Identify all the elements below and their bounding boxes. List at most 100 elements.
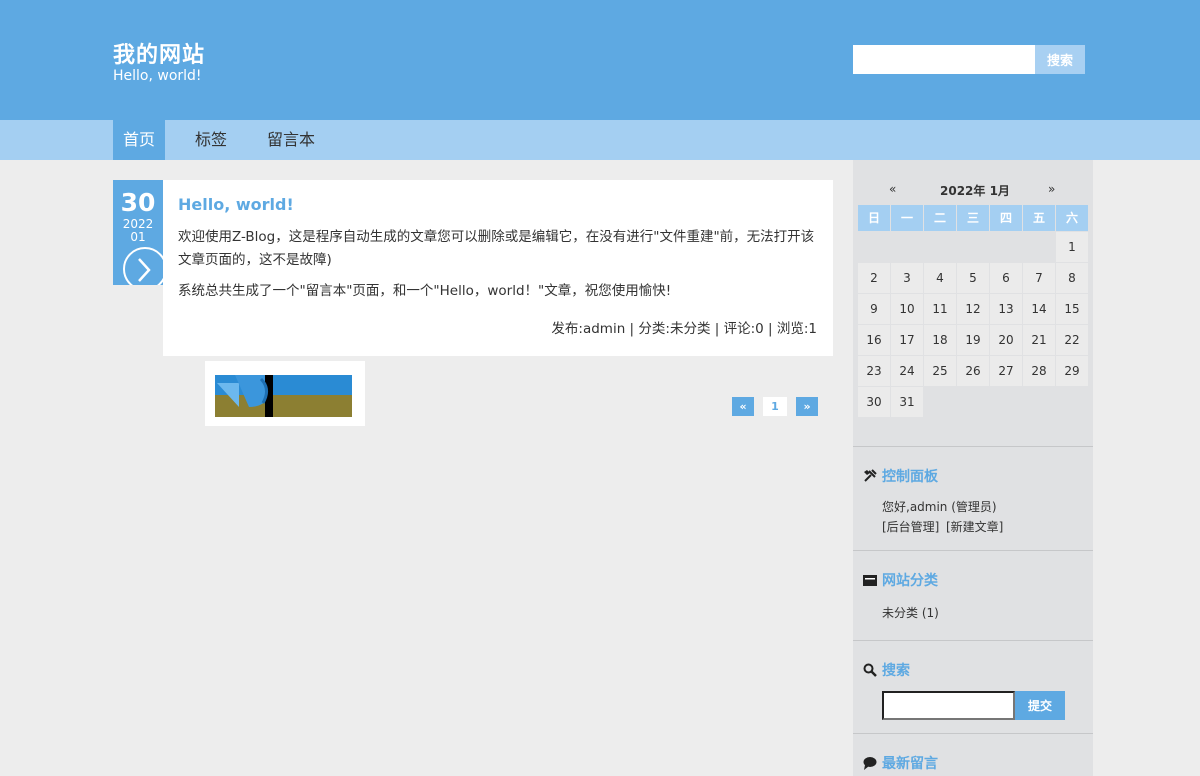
header-search-button[interactable]: 搜索 (1035, 45, 1085, 74)
zblog-logo-image (205, 361, 365, 426)
calendar-weekday: 四 (990, 205, 1023, 232)
calendar-empty-cell (924, 387, 957, 418)
divider (853, 733, 1093, 734)
divider (853, 550, 1093, 551)
calendar-week-row: 1 (858, 232, 1089, 263)
calendar-day[interactable]: 23 (858, 356, 891, 387)
nav-item-home[interactable]: 首页 (113, 120, 165, 160)
header-search-input[interactable] (853, 45, 1035, 74)
calendar-next-button[interactable]: » (1048, 182, 1055, 196)
calendar-day[interactable]: 19 (957, 325, 990, 356)
main-nav: 首页 标签 留言本 (0, 120, 1200, 160)
calendar-day[interactable]: 9 (858, 294, 891, 325)
calendar-empty-cell (891, 232, 924, 263)
post-paragraph: 系统总共生成了一个"留言本"页面，和一个"Hello，world！"文章，祝您使… (178, 283, 672, 299)
calendar-weekday: 六 (1056, 205, 1089, 232)
new-post-link[interactable]: [新建文章] (946, 517, 1003, 537)
calendar-title: 2022年 1月 (940, 184, 1010, 198)
calendar-day[interactable]: 30 (858, 387, 891, 418)
side-search-title: 搜索 (863, 660, 910, 680)
calendar-day[interactable]: 1 (1056, 232, 1089, 263)
side-search-title-text: 搜索 (882, 663, 910, 679)
calendar-day[interactable]: 11 (924, 294, 957, 325)
calendar-day[interactable]: 3 (891, 263, 924, 294)
post-date-box: 30 2022 01 (113, 180, 163, 285)
post-paragraph: 欢迎使用Z-Blog，这是程序自动生成的文章您可以删除或是编辑它，在没有进行"文… (178, 229, 815, 268)
calendar-day[interactable]: 31 (891, 387, 924, 418)
sidebar: « 2022年 1月 » 日 一 二 三 四 五 六 1 2 3 4 5 6 7 8 9 10 11… (853, 160, 1093, 776)
post-date-day: 30 (120, 188, 156, 217)
calendar-body: 1 2 3 4 5 6 7 8 9 10 11 12 13 14 15 16 17 18 19 20 21 22 23 24 2… (858, 232, 1089, 418)
calendar-weekday: 五 (1023, 205, 1056, 232)
calendar-empty-cell (957, 232, 990, 263)
calendar-day[interactable]: 26 (957, 356, 990, 387)
side-search-input[interactable] (882, 691, 1015, 720)
latest-comments-title-text: 最新留言 (882, 756, 938, 772)
calendar-day[interactable]: 20 (990, 325, 1023, 356)
search-icon (863, 663, 877, 677)
calendar-week-row: 23 24 25 26 27 28 29 (858, 356, 1089, 387)
pager-current-page[interactable]: 1 (763, 397, 787, 416)
pager-prev-button[interactable]: « (732, 397, 754, 416)
calendar-weekday: 三 (957, 205, 990, 232)
calendar-day[interactable]: 14 (1023, 294, 1056, 325)
folder-icon (863, 573, 877, 587)
admin-link[interactable]: [后台管理] (882, 517, 939, 537)
calendar-day[interactable]: 5 (957, 263, 990, 294)
calendar-day[interactable]: 8 (1056, 263, 1089, 294)
calendar-day[interactable]: 21 (1023, 325, 1056, 356)
category-item[interactable]: 未分类 (1) (882, 603, 939, 623)
calendar-day[interactable]: 29 (1056, 356, 1089, 387)
calendar-day[interactable]: 22 (1056, 325, 1089, 356)
calendar-empty-cell (957, 387, 990, 418)
calendar-day[interactable]: 4 (924, 263, 957, 294)
site-header: 我的网站 Hello, world! 搜索 (0, 0, 1200, 120)
site-title[interactable]: 我的网站 (113, 37, 205, 69)
tools-icon (863, 469, 877, 483)
calendar-day[interactable]: 25 (924, 356, 957, 387)
calendar-day[interactable]: 13 (990, 294, 1023, 325)
pager-next-button[interactable]: » (796, 397, 818, 416)
post-card: Hello, world! 欢迎使用Z-Blog，这是程序自动生成的文章您可以删… (163, 180, 833, 356)
calendar-day[interactable]: 28 (1023, 356, 1056, 387)
nav-item-tags[interactable]: 标签 (185, 120, 237, 160)
calendar-prev-button[interactable]: « (889, 182, 896, 196)
site-subtitle: Hello, world! (113, 68, 202, 84)
calendar-day[interactable]: 17 (891, 325, 924, 356)
post-title[interactable]: Hello, world! (178, 195, 294, 214)
calendar-day[interactable]: 27 (990, 356, 1023, 387)
control-panel-title: 控制面板 (863, 466, 938, 486)
calendar-day[interactable]: 24 (891, 356, 924, 387)
calendar-day[interactable]: 15 (1056, 294, 1089, 325)
calendar-week-row: 2345678 (858, 263, 1089, 294)
calendar-empty-cell (1023, 387, 1056, 418)
calendar-weekday-row: 日 一 二 三 四 五 六 (858, 205, 1089, 232)
divider (853, 446, 1093, 447)
calendar-week-row: 16 17 18 19 20 21 22 (858, 325, 1089, 356)
post-date-month: 01 (130, 230, 146, 244)
calendar-empty-cell (990, 232, 1023, 263)
comment-icon (863, 756, 877, 770)
nav-item-guestbook[interactable]: 留言本 (260, 120, 322, 160)
chevron-right-icon[interactable] (123, 247, 163, 285)
divider (853, 640, 1093, 641)
calendar-empty-cell (924, 232, 957, 263)
calendar-week-row: 30 31 (858, 387, 1089, 418)
control-panel-greeting: 您好,admin (管理员) (882, 500, 997, 514)
control-panel-title-text: 控制面板 (882, 469, 938, 485)
calendar-day[interactable]: 7 (1023, 263, 1056, 294)
side-search-submit-button[interactable]: 提交 (1015, 691, 1065, 720)
calendar-day[interactable]: 6 (990, 263, 1023, 294)
categories-title: 网站分类 (863, 570, 938, 590)
calendar-day[interactable]: 12 (957, 294, 990, 325)
categories-title-text: 网站分类 (882, 573, 938, 589)
calendar-day[interactable]: 18 (924, 325, 957, 356)
calendar-day[interactable]: 2 (858, 263, 891, 294)
post-meta: 发布:admin | 分类:未分类 | 评论:0 | 浏览:1 (551, 321, 817, 337)
calendar-day[interactable]: 16 (858, 325, 891, 356)
calendar-day[interactable]: 10 (891, 294, 924, 325)
calendar-weekday: 日 (858, 205, 891, 232)
latest-comments-title: 最新留言 (863, 753, 938, 773)
calendar-empty-cell (990, 387, 1023, 418)
calendar-empty-cell (1056, 387, 1089, 418)
